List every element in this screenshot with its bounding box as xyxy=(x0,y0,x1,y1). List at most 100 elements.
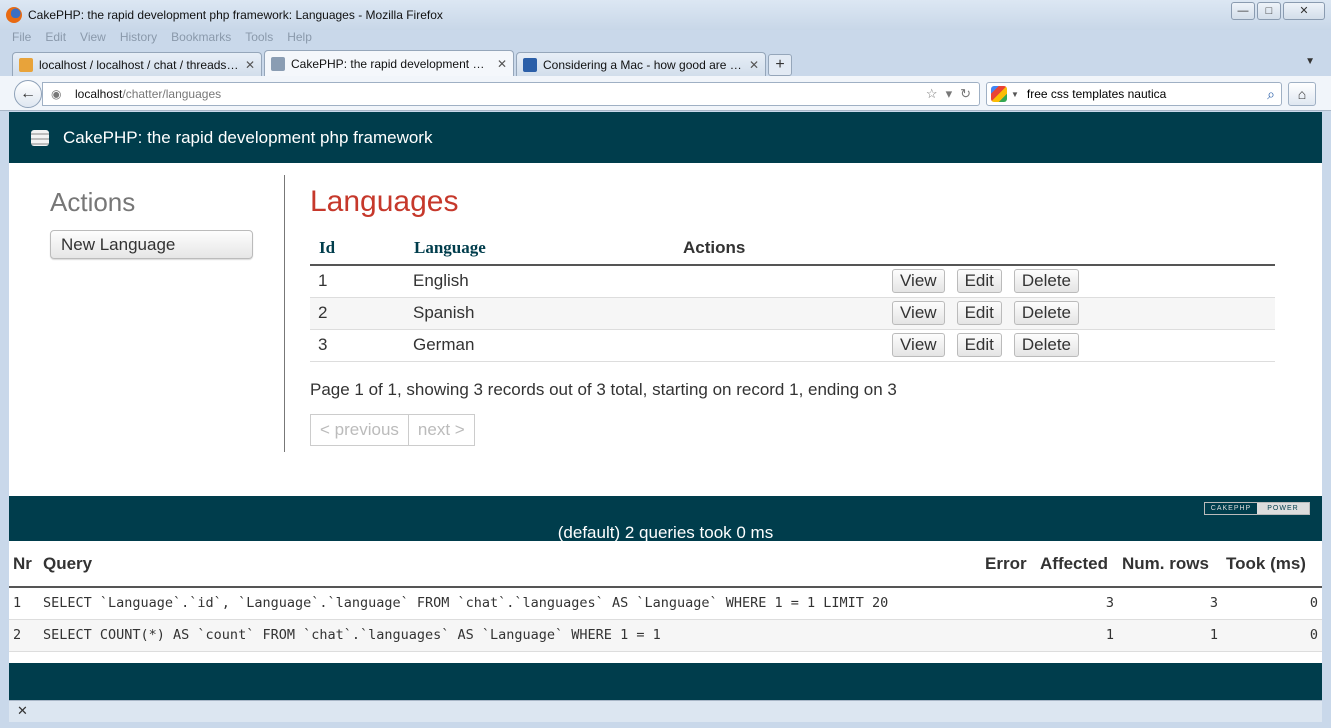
menu-bookmarks[interactable]: Bookmarks xyxy=(171,30,231,50)
page-title: Languages xyxy=(310,185,459,218)
bookmark-star-icon[interactable]: ☆ xyxy=(926,86,938,102)
pagination: < previous next > xyxy=(310,413,1275,446)
cell-id: 2 xyxy=(310,297,405,330)
table-row: 1 English View Edit Delete xyxy=(310,265,1275,298)
actions-heading: Actions xyxy=(50,187,136,217)
minimize-button[interactable]: — xyxy=(1231,2,1255,20)
close-window-button[interactable]: ✕ xyxy=(1283,2,1325,20)
menu-history[interactable]: History xyxy=(120,30,157,50)
menu-bar: File Edit View History Bookmarks Tools H… xyxy=(0,30,1331,50)
home-button[interactable]: ⌂ xyxy=(1288,82,1316,106)
view-button[interactable]: View xyxy=(892,301,945,325)
sql-header-took: Took (ms) xyxy=(1222,541,1322,588)
menu-edit[interactable]: Edit xyxy=(45,30,66,50)
sql-header-error: Error xyxy=(981,541,1036,588)
cakephp-logo-icon xyxy=(31,129,49,146)
site-header-title[interactable]: CakePHP: the rapid development php frame… xyxy=(63,128,432,148)
sql-took: 0 xyxy=(1222,619,1322,652)
content-area: Actions New Language Languages Id Langua… xyxy=(9,163,1322,496)
google-search-engine-icon[interactable] xyxy=(991,86,1007,102)
cell-language: Spanish xyxy=(405,297,674,330)
site-footer: CAKEPHP POWER (default) 2 queries took 0… xyxy=(9,496,1322,542)
window-titlebar: CakePHP: the rapid development php frame… xyxy=(0,0,1331,30)
sql-num-rows: 1 xyxy=(1118,619,1222,652)
sql-header-query: Query xyxy=(39,541,981,588)
search-input[interactable]: free css templates nautica xyxy=(1027,87,1166,101)
url-host: localhost xyxy=(75,87,123,101)
edit-button[interactable]: Edit xyxy=(956,333,1002,357)
search-bar[interactable]: ▼ free css templates nautica ⌕ xyxy=(986,82,1282,106)
maximize-button[interactable]: □ xyxy=(1257,2,1281,20)
menu-view[interactable]: View xyxy=(80,30,106,50)
close-addon-bar-icon[interactable]: ✕ xyxy=(17,703,28,718)
menu-file[interactable]: File xyxy=(12,30,31,50)
delete-button[interactable]: Delete xyxy=(1013,333,1079,357)
tab-list-chevron-down-icon[interactable]: ▼ xyxy=(1305,56,1315,67)
back-button[interactable]: ← xyxy=(14,80,42,108)
edit-button[interactable]: Edit xyxy=(956,269,1002,294)
next-page-link: next > xyxy=(408,413,475,446)
cell-id: 1 xyxy=(310,265,405,298)
firefox-logo-icon xyxy=(6,7,22,23)
sql-row: 1 SELECT `Language`.`id`, `Language`.`la… xyxy=(9,587,1322,620)
sql-num-rows: 3 xyxy=(1118,587,1222,620)
close-tab-icon[interactable]: ✕ xyxy=(497,57,507,71)
tab-cakephp[interactable]: CakePHP: the rapid development ph... ✕ xyxy=(264,50,514,76)
table-row: 3 German View Edit Delete xyxy=(310,329,1275,362)
column-header-id[interactable]: Id xyxy=(310,231,405,266)
tab-label: CakePHP: the rapid development ph... xyxy=(291,56,491,71)
view-button[interactable]: View xyxy=(892,269,945,294)
url-bar[interactable]: ◉ localhost /chatter/languages ☆ ▾ ↻ xyxy=(42,82,980,106)
sql-affected: 3 xyxy=(1036,587,1118,620)
column-header-language[interactable]: Language xyxy=(405,231,674,266)
badge-left-text: CAKEPHP xyxy=(1210,505,1252,512)
search-engine-dropdown-icon[interactable]: ▼ xyxy=(1011,90,1019,99)
new-tab-button[interactable]: + xyxy=(768,54,792,76)
page-bottom-band xyxy=(9,663,1322,700)
tab-label: localhost / localhost / chat / threads |… xyxy=(39,57,239,72)
search-icon[interactable]: ⌕ xyxy=(1267,86,1275,103)
phpmyadmin-favicon-icon xyxy=(19,57,33,72)
tab-phpmyadmin[interactable]: localhost / localhost / chat / threads |… xyxy=(12,52,262,76)
menu-tools[interactable]: Tools xyxy=(245,30,273,50)
cell-id: 3 xyxy=(310,329,405,362)
tab-considering-mac[interactable]: Considering a Mac - how good are th... ✕ xyxy=(516,52,766,76)
cell-language: German xyxy=(405,329,674,362)
tab-strip: localhost / localhost / chat / threads |… xyxy=(0,50,1331,76)
addon-bar: ✕ xyxy=(9,700,1322,722)
sql-affected: 1 xyxy=(1036,619,1118,652)
menu-help[interactable]: Help xyxy=(287,30,312,50)
sql-error xyxy=(981,619,1036,652)
window-title: CakePHP: the rapid development php frame… xyxy=(28,8,443,22)
close-tab-icon[interactable]: ✕ xyxy=(245,58,255,72)
edit-button[interactable]: Edit xyxy=(956,301,1002,325)
cakephp-power-badge[interactable]: CAKEPHP POWER xyxy=(1204,502,1310,515)
navigation-bar: ← ◉ localhost /chatter/languages ☆ ▾ ↻ ▼… xyxy=(0,76,1331,111)
table-row: 2 Spanish View Edit Delete xyxy=(310,297,1275,330)
page-favicon-icon xyxy=(523,57,537,72)
delete-button[interactable]: Delete xyxy=(1013,269,1079,294)
sql-header-num-rows: Num. rows xyxy=(1118,541,1222,588)
site-header: CakePHP: the rapid development php frame… xyxy=(9,112,1322,163)
url-path: /chatter/languages xyxy=(122,87,222,101)
page-viewport: CakePHP: the rapid development php frame… xyxy=(9,112,1322,700)
view-button[interactable]: View xyxy=(892,333,945,357)
reload-icon[interactable]: ↻ xyxy=(960,86,971,102)
close-tab-icon[interactable]: ✕ xyxy=(749,58,759,72)
delete-button[interactable]: Delete xyxy=(1013,301,1079,325)
cell-language: English xyxy=(405,265,674,298)
sql-nr: 2 xyxy=(9,619,39,652)
sql-query: SELECT `Language`.`id`, `Language`.`lang… xyxy=(39,587,981,620)
history-dropdown-icon[interactable]: ▾ xyxy=(946,86,953,102)
new-language-button[interactable]: New Language xyxy=(50,230,253,259)
home-icon: ⌂ xyxy=(1297,86,1307,102)
sql-log-caption: (default) 2 queries took 0 ms xyxy=(557,523,774,542)
paging-summary: Page 1 of 1, showing 3 records out of 3 … xyxy=(310,379,897,399)
cakephp-favicon-icon xyxy=(271,56,285,71)
sql-error xyxy=(981,587,1036,620)
tab-label: Considering a Mac - how good are th... xyxy=(543,57,743,72)
site-identity-icon[interactable]: ◉ xyxy=(51,87,65,101)
sql-row: 2 SELECT COUNT(*) AS `count` FROM `chat`… xyxy=(9,619,1322,652)
sidebar-divider xyxy=(284,175,285,452)
languages-index: Languages Id Language Actions 1 English … xyxy=(310,185,1275,446)
